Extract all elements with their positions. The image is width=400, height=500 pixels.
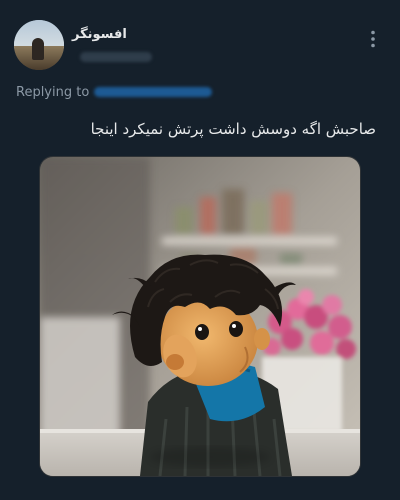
more-options-button[interactable]	[358, 24, 388, 54]
avatar[interactable]	[14, 20, 64, 70]
tweet-media-image[interactable]	[39, 156, 361, 477]
replying-to-label: Replying to	[16, 84, 90, 100]
replying-to-row: Replying to	[16, 83, 213, 101]
reply-target-handle-redacted[interactable]	[94, 87, 213, 97]
puppet-photo	[40, 157, 360, 476]
tweet-card: افسونگر Replying to صاحبش اگه دوسش داشت …	[0, 0, 400, 500]
display-name-text[interactable]: افسونگر	[72, 26, 127, 44]
display-name[interactable]: افسونگر	[72, 26, 192, 44]
user-handle-redacted[interactable]	[80, 52, 152, 62]
avatar-figure	[32, 38, 44, 60]
more-vertical-icon	[371, 30, 375, 48]
tweet-text: صاحبش اگه دوسش داشت پرتش نمیکرد اینجا	[90, 120, 376, 138]
